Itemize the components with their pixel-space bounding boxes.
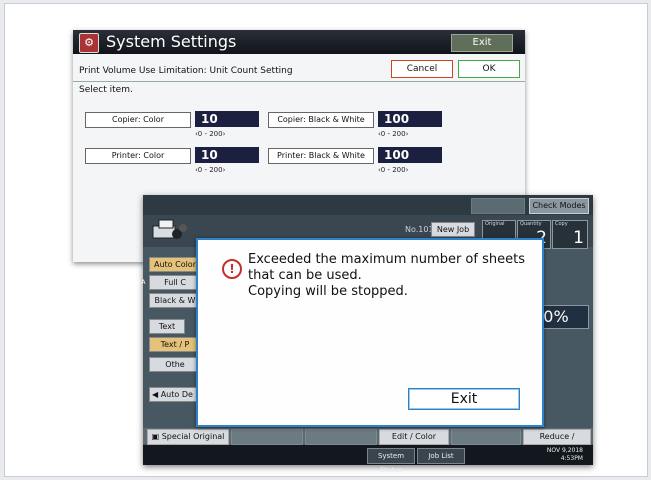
black-white-button[interactable]: Black & W [149,293,201,308]
other-mode-button[interactable]: Othe [149,357,201,372]
warning-icon: ! [222,259,242,279]
message-line: that can be used. [248,268,362,283]
system-status-button[interactable]: System Status [367,448,415,474]
printer-bw-range: ‹0 - 200› [378,166,409,174]
copier-bw-button[interactable]: Copier: Black & White [268,112,374,128]
status-bar: System Status Job List NOV 9,2018 4:53PM [143,445,593,474]
edit-color-button[interactable]: Edit / Color [379,429,449,445]
select-prompt: Select item. [79,85,133,95]
message-line: Exceeded the maximum number of sheets [248,252,525,267]
error-dialog: ! Exceeded the maximum number of sheets … [196,238,544,427]
reduce-enlarge-button[interactable]: Reduce / Enlarge [523,429,591,455]
check-modes-button[interactable]: Check Modes [529,198,589,214]
printer-bw-value[interactable]: 100 [378,147,442,163]
settings-tools-icon: ⚙ [79,33,99,53]
left-arrow-icon: ◀ [152,390,159,399]
text-photo-button[interactable]: Text / P [149,337,201,352]
datetime: NOV 9,2018 4:53PM [547,447,583,463]
special-original-label: Special Original [161,432,225,441]
printer-color-range: ‹0 - 200› [195,166,226,174]
cancel-button[interactable]: Cancel [391,60,453,78]
ok-button[interactable]: OK [458,60,520,78]
printer-color-value[interactable]: 10 [195,147,259,163]
dialog-exit-button[interactable]: Exit [408,388,520,410]
copier-bw-value[interactable]: 100 [378,111,442,127]
copy-value: 1 [573,228,584,248]
copier-bw-range: ‹0 - 200› [378,130,409,138]
copier-top-bar: Check Modes [143,195,593,215]
copy-label: Copy [555,221,568,227]
setting-subtitle: Print Volume Use Limitation: Unit Count … [79,66,293,76]
new-job-button[interactable]: New Job [431,222,475,237]
special-original-icon: ▣ [151,432,160,441]
copier-machine-icon [152,219,187,239]
copier-color-value[interactable]: 10 [195,111,259,127]
time-text: 4:53PM [560,455,583,462]
auto-color-button[interactable]: Auto Color [149,257,201,272]
copier-color-button[interactable]: Copier: Color [85,112,191,128]
auto-density-button[interactable]: ◀ Auto De [149,387,203,402]
dialog-message: Exceeded the maximum number of sheets th… [248,252,525,300]
settings-exit-button[interactable]: Exit [451,34,513,52]
logged-in-label: Logged in: Machine A [81,279,146,286]
divider [73,81,525,82]
full-color-button[interactable]: Full C [149,275,201,290]
copy-counter: Copy 1 [552,220,588,249]
disabled-function-button [451,429,521,445]
window-title: System Settings [106,32,237,51]
printer-bw-button[interactable]: Printer: Black & White [268,148,374,164]
original-label: Original [485,221,505,227]
date-text: NOV 9,2018 [546,447,583,454]
copier-color-range: ‹0 - 200› [195,130,226,138]
faded-button [471,198,525,214]
printer-color-button[interactable]: Printer: Color [85,148,191,164]
special-original-button[interactable]: ▣ Special Original [147,429,229,445]
job-list-button[interactable]: Job List [417,448,465,464]
disabled-function-button [231,429,303,445]
disabled-function-button [305,429,377,445]
system-settings-titlebar: ⚙ System Settings Exit [73,30,525,54]
auto-density-label: Auto De [160,390,193,399]
job-number: No.101 [405,225,434,234]
quantity-label: Quantity [520,221,542,227]
text-mode-button[interactable]: Text [149,319,185,334]
message-line: Copying will be stopped. [248,284,408,299]
